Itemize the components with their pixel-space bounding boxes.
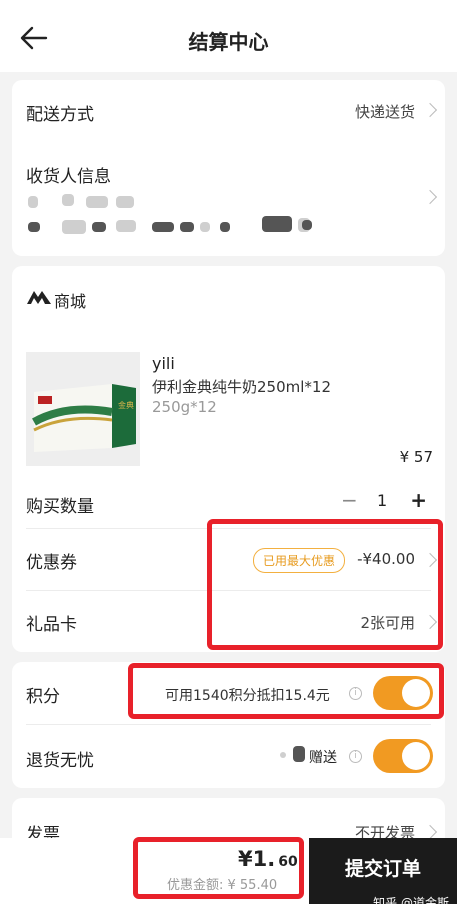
highlight-box-coupons <box>207 519 443 650</box>
svg-text:金典: 金典 <box>118 400 134 410</box>
info-icon[interactable]: i <box>349 750 362 763</box>
product-name: 伊利金典纯牛奶250ml*12 <box>152 378 331 396</box>
highlight-box-points <box>128 663 444 719</box>
plus-button[interactable]: + <box>410 488 427 512</box>
highlight-box-total <box>133 837 304 899</box>
header: 结算中心 <box>0 0 457 72</box>
page-title: 结算中心 <box>188 30 269 54</box>
minus-button[interactable]: − <box>341 488 358 512</box>
giftcard-label: 礼品卡 <box>26 615 77 635</box>
returns-value: 赠送 <box>309 750 337 766</box>
quantity-stepper: − 1 + <box>335 488 431 518</box>
points-label: 积分 <box>26 687 60 707</box>
watermark: 知乎 @道金斯 <box>373 896 449 910</box>
delivery-label: 配送方式 <box>26 105 94 125</box>
quantity-label: 购买数量 <box>26 497 94 517</box>
chevron-right-icon <box>422 102 438 118</box>
quantity-value[interactable]: 1 <box>377 491 387 510</box>
store-name: 商城 <box>54 292 87 311</box>
coupon-label: 优惠券 <box>26 553 77 573</box>
product-brand: yili <box>152 354 175 373</box>
recipient-label: 收货人信息 <box>26 167 111 187</box>
recipient-row[interactable]: 收货人信息 <box>12 142 445 254</box>
blurred-mark <box>293 746 305 762</box>
milk-box-icon: 金典 <box>26 352 140 466</box>
blurred-mark <box>280 752 286 758</box>
returns-toggle[interactable] <box>373 739 433 773</box>
store-logo-icon <box>27 291 51 304</box>
delivery-card: 配送方式 快递送货 收货人信息 <box>12 80 445 256</box>
chevron-right-icon <box>422 189 438 205</box>
product-image[interactable]: 金典 <box>26 352 140 466</box>
returns-row: 退货无忧 赠送 i <box>12 724 445 788</box>
returns-label: 退货无忧 <box>26 751 94 771</box>
chevron-right-icon <box>422 824 438 840</box>
delivery-value: 快递送货 <box>354 103 415 121</box>
product-spec: 250g*12 <box>152 398 217 416</box>
delivery-row[interactable]: 配送方式 快递送货 <box>12 80 445 142</box>
product-price: ¥ 57 <box>399 448 433 466</box>
